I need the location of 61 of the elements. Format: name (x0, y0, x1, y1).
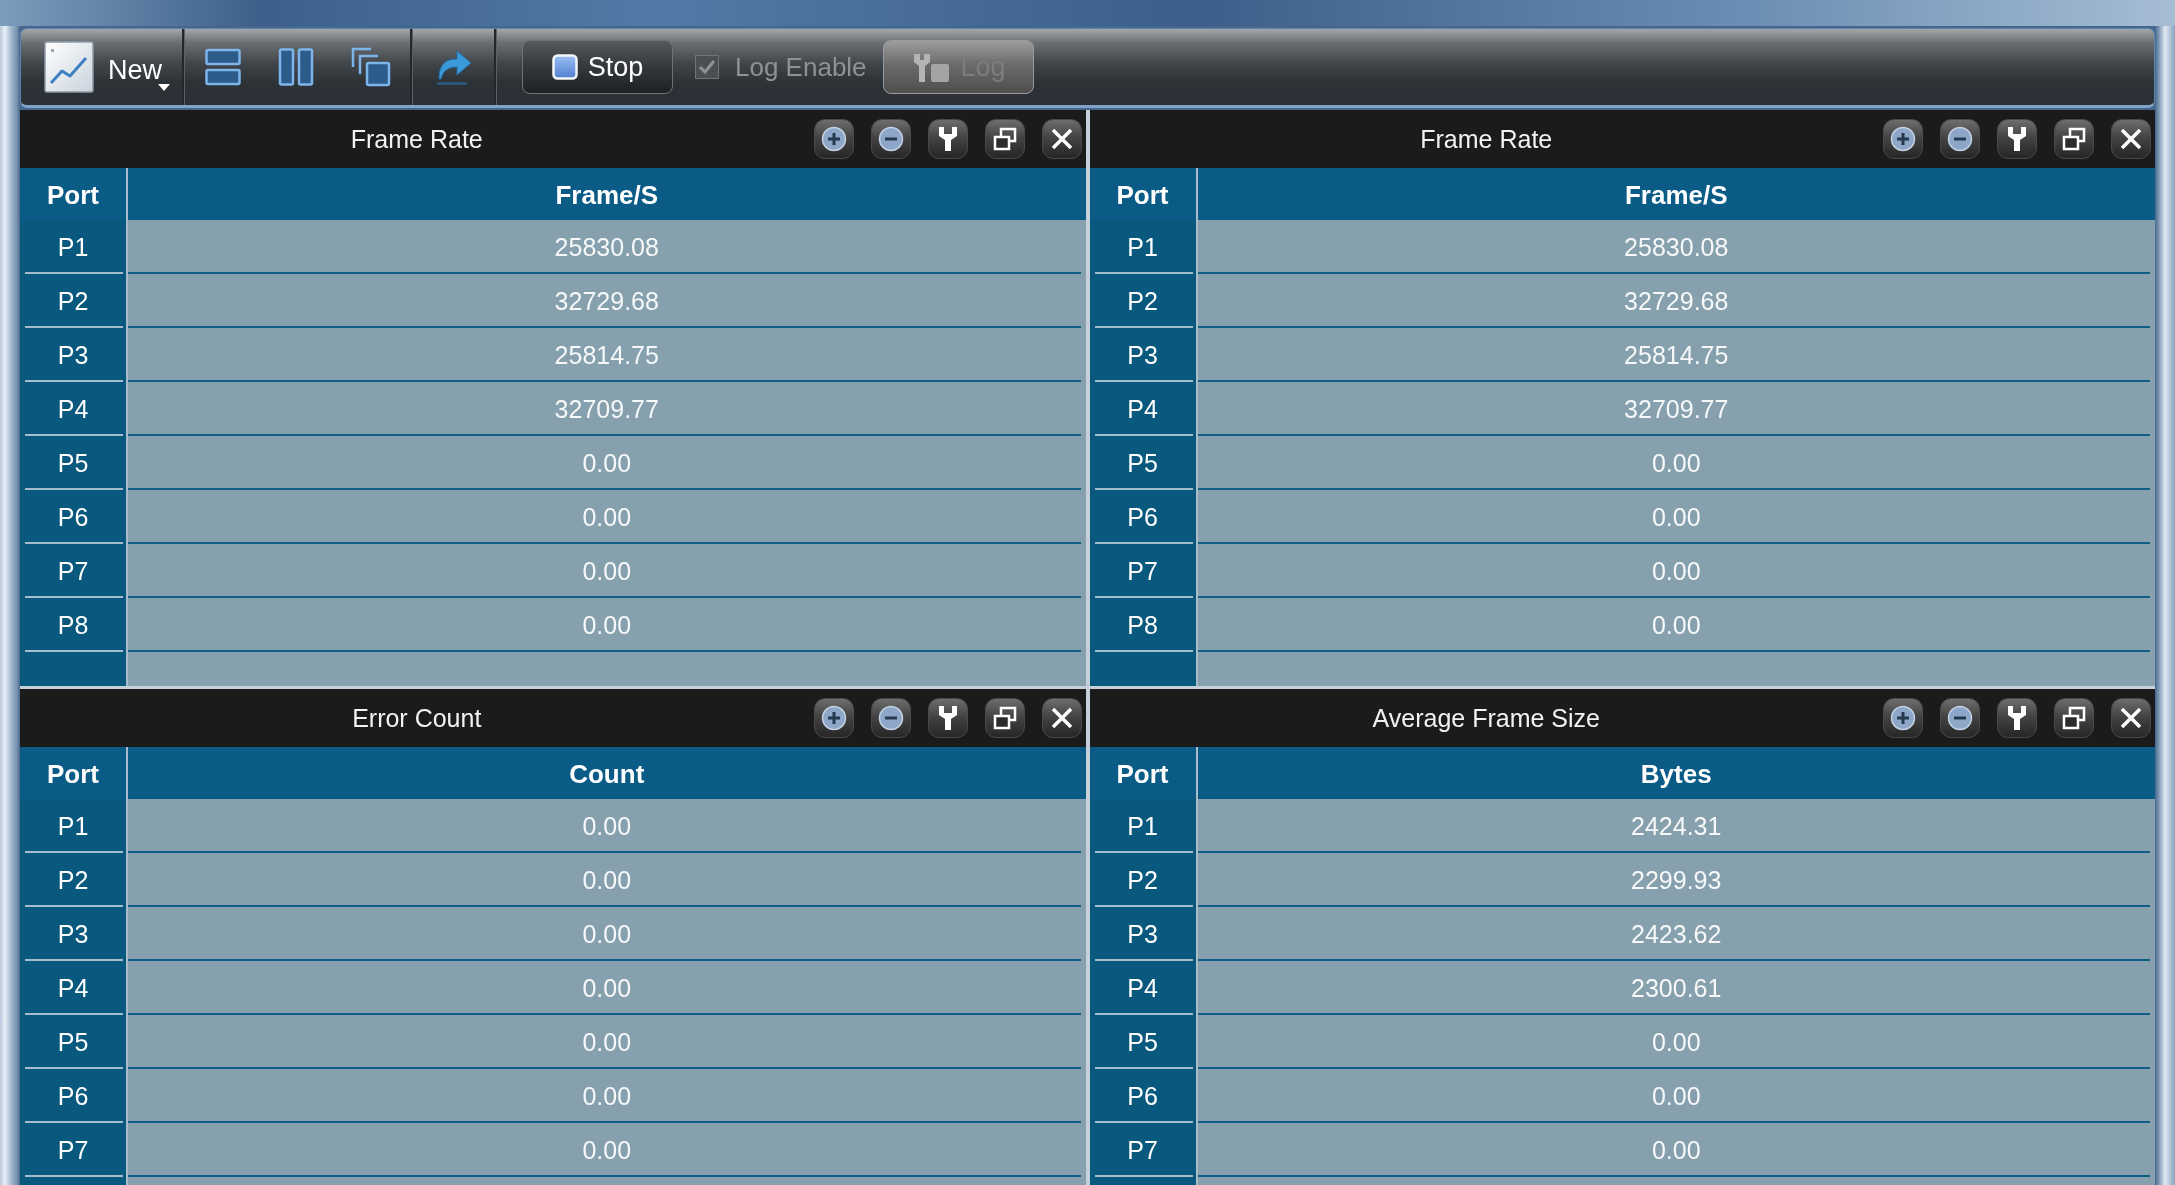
stop-button[interactable]: Stop (522, 40, 673, 94)
column-header: Port (1089, 747, 1196, 799)
settings-button[interactable] (1997, 119, 2037, 159)
remove-button[interactable] (1940, 119, 1980, 159)
restore-icon (2062, 127, 2086, 151)
close-button[interactable] (1041, 119, 1082, 159)
panel-title: Average Frame Size (1371, 703, 1601, 733)
cascade-icon[interactable] (351, 47, 391, 87)
close-icon (2120, 707, 2142, 729)
add-button[interactable] (813, 698, 854, 738)
restore-button[interactable] (984, 698, 1025, 738)
remove-button[interactable] (1940, 698, 1980, 738)
plus-icon (820, 126, 847, 152)
minus-icon (877, 705, 904, 731)
close-button[interactable] (1041, 698, 1082, 738)
close-button[interactable] (2111, 698, 2151, 738)
close-icon (2120, 128, 2142, 150)
column-header: Frame/S (1197, 168, 2155, 220)
column-header: Frame/S (128, 168, 1086, 220)
square-icon (551, 54, 578, 80)
close-icon (1050, 128, 1073, 150)
panel-title: Frame Rate (1419, 124, 1554, 154)
restore-icon (2062, 706, 2086, 730)
rows-icon[interactable] (205, 48, 241, 86)
restore-button[interactable] (984, 119, 1025, 159)
add-button[interactable] (1883, 119, 1923, 159)
restore-button[interactable] (2054, 698, 2094, 738)
restore-icon (992, 127, 1017, 151)
wrench-icon (937, 705, 958, 731)
new-button[interactable]: New (44, 37, 170, 97)
restore-button[interactable] (2054, 119, 2094, 159)
minus-icon (877, 126, 904, 152)
columns-icon[interactable] (278, 48, 314, 86)
panel-title: Error Count (351, 703, 483, 733)
column-header: Port (20, 747, 126, 799)
close-button[interactable] (2111, 119, 2151, 159)
caret-icon (158, 84, 170, 91)
add-button[interactable] (1883, 698, 1923, 738)
plus-icon (1890, 705, 1916, 731)
log-enable-label: Log Enable (735, 51, 867, 83)
wrench-icon (2007, 126, 2027, 152)
plus-icon (1890, 126, 1916, 152)
settings-button[interactable] (927, 698, 968, 738)
panel-title: Frame Rate (349, 124, 484, 154)
column-header: Port (1089, 168, 1196, 220)
column-header: Port (20, 168, 126, 220)
restore-icon (992, 706, 1017, 730)
plus-icon (820, 705, 847, 731)
settings-button[interactable] (927, 119, 968, 159)
column-header: Bytes (1197, 747, 2155, 799)
close-icon (1050, 707, 1073, 729)
wrench-icon (2007, 705, 2027, 731)
column-header: Count (128, 747, 1086, 799)
wrench-icon (937, 126, 958, 152)
settings-button[interactable] (1997, 698, 2037, 738)
remove-button[interactable] (870, 119, 911, 159)
line-chart-icon (44, 41, 94, 93)
minus-icon (1947, 705, 1973, 731)
minus-icon (1947, 126, 1973, 152)
add-button[interactable] (813, 119, 854, 159)
remove-button[interactable] (870, 698, 911, 738)
